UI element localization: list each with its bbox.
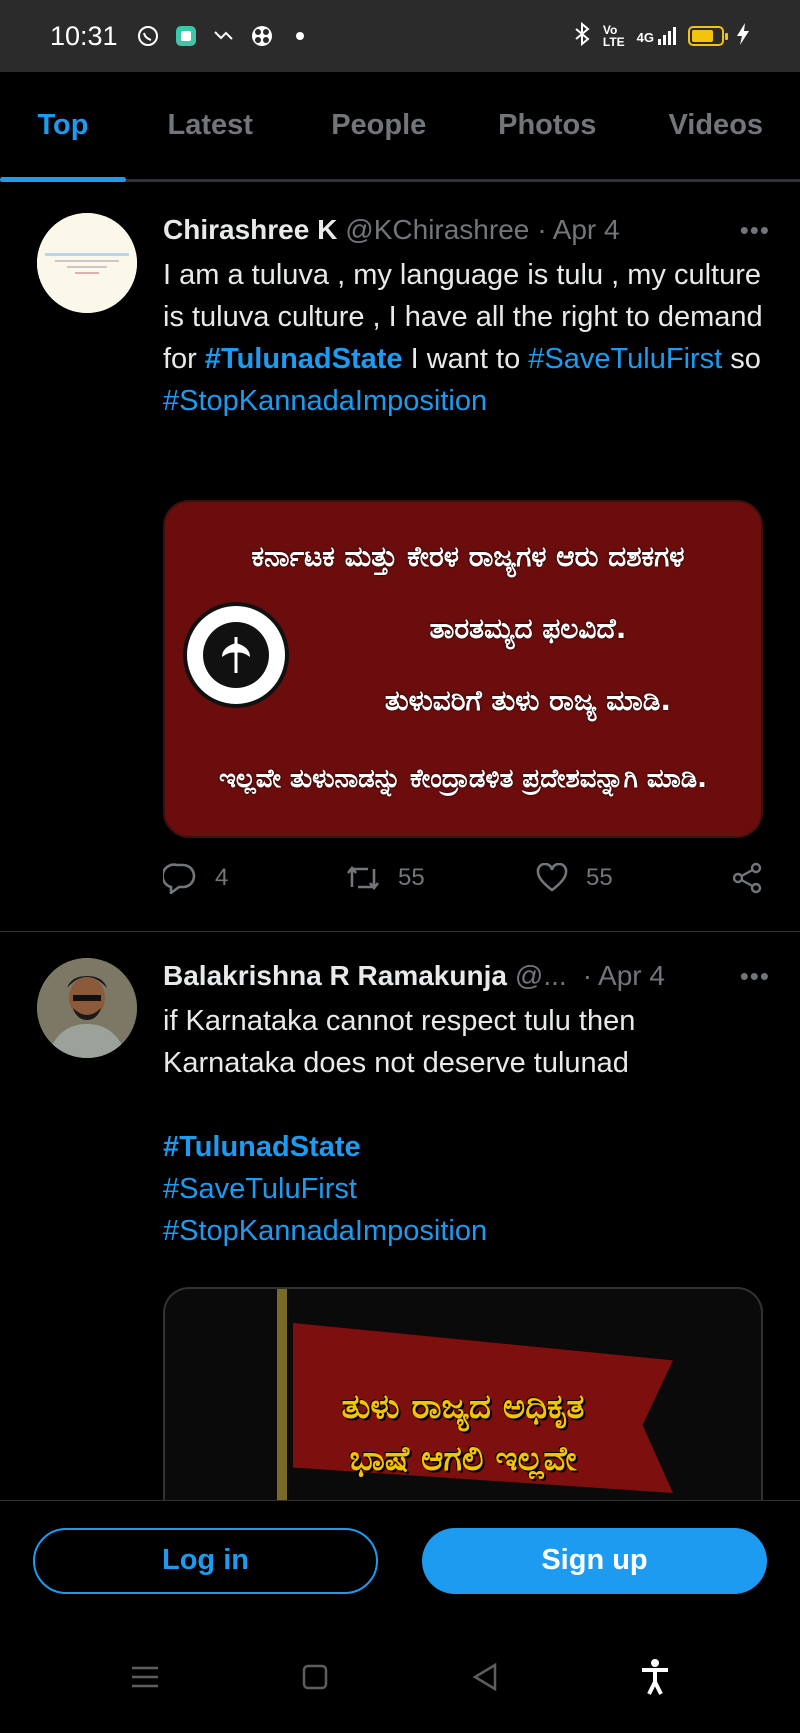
tweet-text-part: so — [722, 343, 761, 375]
avatar[interactable] — [37, 213, 137, 313]
avatar-image — [37, 958, 137, 1058]
hashtag-link[interactable]: #SaveTuluFirst — [528, 343, 722, 375]
emblem-logo — [183, 602, 289, 708]
retweet-icon — [346, 865, 380, 891]
back-triangle-icon[interactable] — [465, 1657, 505, 1697]
tweet-author-name[interactable]: Balakrishna R Ramakunja — [163, 960, 507, 992]
tab-people[interactable]: People — [295, 72, 464, 179]
tweet-date[interactable]: Apr 4 — [553, 214, 620, 246]
avatar-image — [37, 213, 137, 313]
image-text-line: ತುಳುವರಿಗೆ ತುಳು ರಾಜ್ಯ ಮಾಡಿ. — [384, 684, 672, 717]
hashtag-link[interactable]: #StopKannadaImposition — [163, 385, 487, 417]
tweet-card[interactable]: Chirashree K @KChirashree · Apr 4 ••• I … — [0, 190, 800, 932]
image-text-line: ಕರ್ನಾಟಕ ಮತ್ತು ಕೇರಳ ರಾಜ್ಯಗಳ ಆರು ದಶಕಗಳ — [251, 540, 685, 573]
tweet-author-handle[interactable]: @KChirashree — [345, 214, 529, 246]
tab-latest[interactable]: Latest — [126, 72, 295, 179]
accessibility-icon[interactable] — [635, 1657, 675, 1697]
tweet-text-part: if Karnataka cannot respect tulu then Ka… — [163, 1005, 636, 1079]
signup-button[interactable]: Sign up — [422, 1527, 767, 1594]
volte-icon: Vo LTE — [602, 23, 625, 49]
signal-4g-icon: 4G — [637, 27, 676, 45]
charging-icon — [736, 22, 750, 50]
login-bar: Log in Sign up — [0, 1500, 800, 1620]
more-options-icon[interactable]: ••• — [740, 215, 770, 246]
share-icon — [732, 862, 762, 894]
image-text-line: ತಾರತಮ್ಯದ ಫಲವಿದೆ. — [429, 612, 627, 645]
hashtag-link[interactable]: #TulunadState — [205, 343, 403, 375]
bluetooth-icon — [573, 21, 591, 51]
more-options-icon[interactable]: ••• — [740, 961, 770, 992]
separator-dot: · — [582, 960, 593, 991]
whatsapp-icon — [136, 24, 160, 48]
separator-dot: · — [537, 214, 547, 245]
heart-icon — [536, 863, 568, 892]
dot-icon — [288, 24, 312, 48]
tweet-author-name[interactable]: Chirashree K — [163, 214, 337, 246]
status-time: 10:31 — [50, 20, 118, 51]
tweet-card[interactable]: Balakrishna R Ramakunja @... · Apr 4 •••… — [0, 932, 800, 1517]
login-button[interactable]: Log in — [33, 1527, 378, 1594]
search-tabs: Top Latest People Photos Videos — [0, 72, 800, 182]
hashtag-link[interactable]: #TulunadState — [163, 1131, 361, 1163]
tab-top[interactable]: Top — [0, 72, 126, 182]
app-icon — [174, 24, 198, 48]
image-text-line: ತುಳು ರಾಜ್ಯದ ಅಧಿಕೃತ — [341, 1387, 585, 1427]
reply-button[interactable]: 4 — [163, 862, 346, 894]
like-button[interactable]: 55 — [536, 863, 716, 893]
status-bar: 10:31 Vo LTE 4G — [0, 0, 800, 72]
tab-photos[interactable]: Photos — [463, 72, 632, 179]
tweet-author-handle[interactable]: @... — [515, 960, 567, 992]
share-button[interactable] — [731, 862, 763, 894]
retweet-button[interactable]: 55 — [346, 863, 536, 893]
menu-icon[interactable] — [125, 1657, 165, 1697]
home-square-icon[interactable] — [295, 1657, 335, 1697]
tweet-text: I am a tuluva , my language is tulu , my… — [163, 254, 770, 422]
tweet-text-part: I want to — [402, 343, 521, 375]
image-text-line: ಭಾಷೆ ಆಗಲಿ ಇಲ್ಲವೇ — [349, 1439, 577, 1479]
missed-call-icon — [212, 24, 236, 48]
reply-count: 4 — [215, 864, 229, 891]
like-count: 55 — [586, 864, 613, 891]
hashtag-link[interactable]: #StopKannadaImposition — [163, 1215, 487, 1247]
battery-icon — [688, 26, 728, 46]
system-nav-bar — [0, 1620, 800, 1733]
tab-videos[interactable]: Videos — [632, 72, 800, 179]
tweet-date[interactable]: Apr 4 — [598, 960, 665, 992]
image-text-line: ಇಲ್ಲವೇ ತುಳುನಾಡನ್ನು ಕೇಂದ್ರಾಡಳಿತ ಪ್ರದೇಶವನ್… — [218, 764, 708, 794]
avatar[interactable] — [37, 958, 137, 1058]
retweet-count: 55 — [398, 864, 425, 891]
reply-icon — [163, 863, 196, 894]
pinwheel-icon — [250, 24, 274, 48]
tweet-image[interactable]: ತುಳು ರಾಜ್ಯದ ಅಧಿಕೃತ ಭಾಷೆ ಆಗಲಿ ಇಲ್ಲವೇ — [163, 1287, 763, 1517]
hashtag-link[interactable]: #SaveTuluFirst — [163, 1173, 357, 1205]
battery-level — [692, 30, 713, 42]
tweet-text: if Karnataka cannot respect tulu then Ka… — [163, 1000, 770, 1252]
tweet-image[interactable]: ಕರ್ನಾಟಕ ಮತ್ತು ಕೇರಳ ರಾಜ್ಯಗಳ ಆರು ದಶಕಗಳ ತಾರ… — [163, 500, 763, 838]
